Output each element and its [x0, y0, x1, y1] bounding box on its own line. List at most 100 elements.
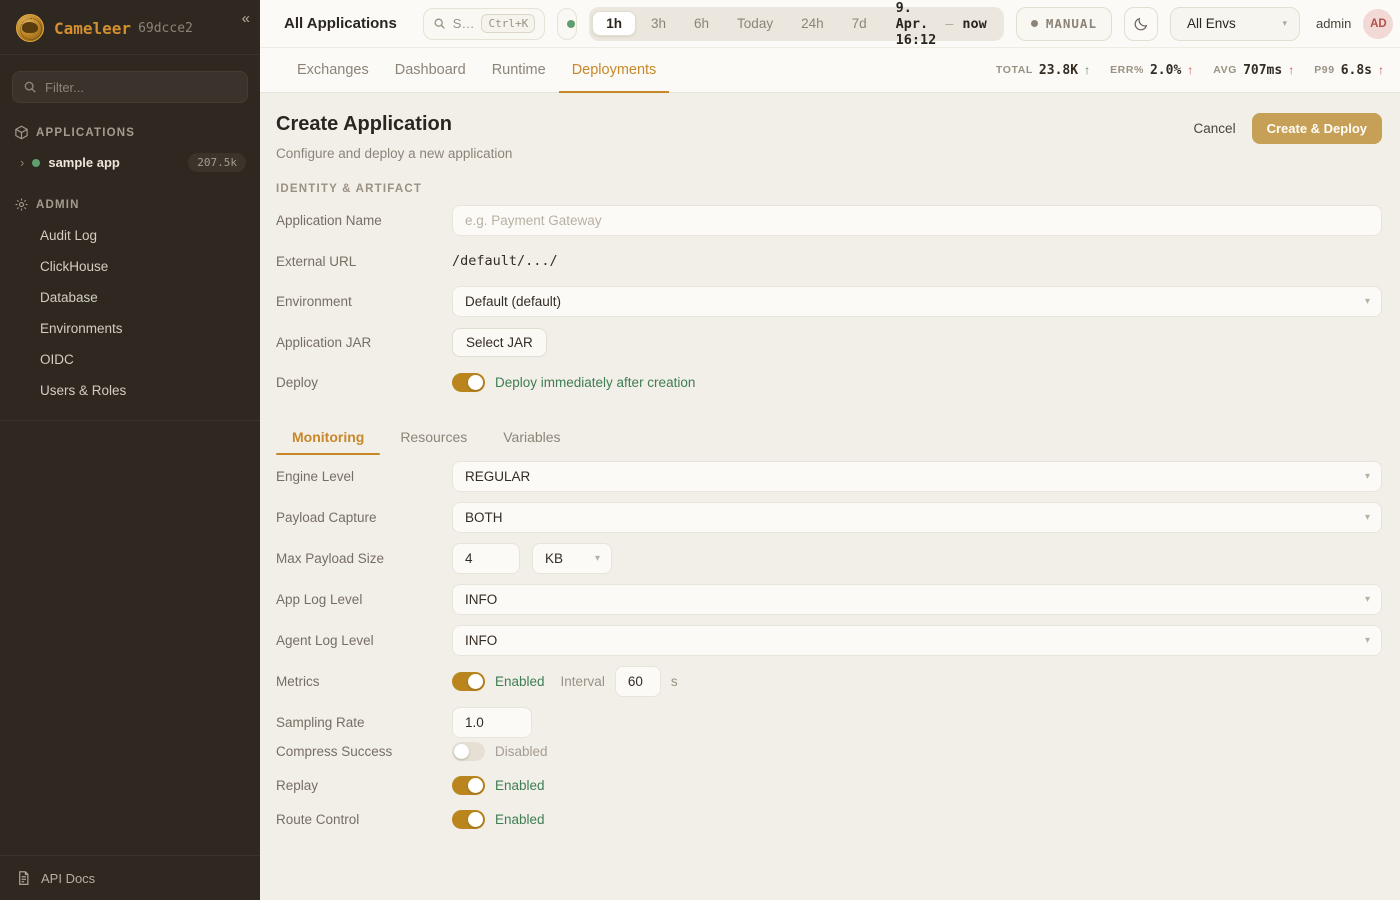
sidebar-item-audit-log[interactable]: Audit Log — [0, 220, 260, 251]
replay-toggle[interactable] — [452, 776, 485, 795]
deploy-toggle[interactable] — [452, 373, 485, 392]
payload-capture-label: Payload Capture — [276, 510, 452, 525]
sidebar-item-oidc[interactable]: OIDC — [0, 344, 260, 375]
custom-time-range[interactable]: 9. Apr. 16:12 – now — [882, 0, 1001, 48]
range-separator: – — [945, 16, 953, 32]
time-range-7d[interactable]: 7d — [839, 12, 880, 35]
user-avatar[interactable]: AD — [1363, 9, 1393, 39]
agent-log-level-row: Agent Log Level INFO — [276, 625, 1382, 656]
app-log-level-select[interactable]: INFO — [452, 584, 1382, 615]
sidebar-item-clickhouse[interactable]: ClickHouse — [0, 251, 260, 282]
admin-section-header: ADMIN — [0, 179, 260, 218]
replay-row: Replay Enabled — [276, 772, 1382, 798]
gear-icon — [14, 197, 29, 212]
topbar: All Applications S… Ctrl+K O 1h 3h 6h To… — [260, 0, 1400, 48]
select-jar-button[interactable]: Select JAR — [452, 328, 547, 357]
time-range-3h[interactable]: 3h — [638, 12, 679, 35]
api-docs-link[interactable]: API Docs — [0, 855, 260, 900]
trend-up-icon: ↑ — [1288, 63, 1294, 77]
status-dot — [567, 20, 575, 28]
max-payload-size-input[interactable] — [452, 543, 520, 574]
stat-err-label: ERR% — [1110, 64, 1144, 76]
app-name-label: sample app — [48, 155, 120, 170]
metrics-interval-input[interactable] — [615, 666, 661, 697]
metrics-interval-unit: s — [671, 674, 678, 689]
agent-log-level-value: INFO — [465, 633, 517, 648]
max-payload-unit-select[interactable]: KB — [532, 543, 612, 574]
stat-avg-value: 707ms — [1243, 63, 1282, 78]
expand-chevron-icon[interactable]: › — [20, 155, 24, 170]
stat-avg: AVG 707ms ↑ — [1213, 63, 1294, 78]
time-range-24h[interactable]: 24h — [788, 12, 837, 35]
compress-success-toggle[interactable] — [452, 742, 485, 761]
sidebar-spacer — [0, 421, 260, 855]
tab-exchanges[interactable]: Exchanges — [284, 48, 382, 92]
subtab-resources[interactable]: Resources — [384, 421, 483, 455]
environment-selected-value: Default (default) — [465, 294, 581, 309]
tab-dashboard[interactable]: Dashboard — [382, 48, 479, 92]
route-control-label: Route Control — [276, 812, 452, 827]
max-payload-size-label: Max Payload Size — [276, 551, 452, 566]
admin-header-label: ADMIN — [36, 199, 80, 211]
applications-header-label: APPLICATIONS — [36, 127, 135, 139]
replay-state-text: Enabled — [495, 778, 545, 793]
sidebar-item-database[interactable]: Database — [0, 282, 260, 313]
page-header: Create Application Configure and deploy … — [276, 113, 1382, 161]
app-count-badge: 207.5k — [188, 153, 246, 172]
subtab-variables[interactable]: Variables — [487, 421, 576, 455]
application-name-input[interactable] — [452, 205, 1382, 236]
refresh-mode-button[interactable]: MANUAL — [1016, 7, 1112, 41]
filter-input[interactable] — [45, 80, 237, 95]
dark-mode-toggle-button[interactable] — [1124, 7, 1158, 41]
search-icon — [23, 80, 37, 94]
filter-box[interactable] — [12, 71, 248, 103]
sidebar-collapse-icon[interactable]: « — [242, 10, 250, 27]
engine-level-select[interactable]: REGULAR — [452, 461, 1382, 492]
route-control-toggle[interactable] — [452, 810, 485, 829]
stat-err: ERR% 2.0% ↑ — [1110, 63, 1193, 78]
stat-total-label: TOTAL — [996, 64, 1033, 76]
external-url-label: External URL — [276, 254, 452, 269]
payload-capture-row: Payload Capture BOTH — [276, 502, 1382, 533]
engine-level-row: Engine Level REGULAR — [276, 461, 1382, 492]
environment-row: Environment Default (default) — [276, 286, 1382, 317]
agent-log-level-select[interactable]: INFO — [452, 625, 1382, 656]
tab-runtime[interactable]: Runtime — [479, 48, 559, 92]
stat-avg-label: AVG — [1213, 64, 1237, 76]
environment-select[interactable]: Default (default) — [452, 286, 1382, 317]
app-log-level-value: INFO — [465, 592, 517, 607]
payload-capture-select[interactable]: BOTH — [452, 502, 1382, 533]
stat-total: TOTAL 23.8K ↑ — [996, 63, 1090, 78]
search-placeholder-text: S… — [453, 16, 475, 31]
applications-section-header: APPLICATIONS — [0, 107, 260, 146]
application-name-row: Application Name — [276, 205, 1382, 236]
stat-p99: P99 6.8s ↑ — [1314, 63, 1384, 78]
sidebar-item-sample-app[interactable]: › sample app 207.5k — [0, 146, 260, 179]
engine-level-value: REGULAR — [465, 469, 550, 484]
environment-filter-select[interactable]: All Envs ▾ — [1170, 7, 1300, 41]
sidebar-item-environments[interactable]: Environments — [0, 313, 260, 344]
tab-deployments[interactable]: Deployments — [559, 48, 670, 92]
moon-icon — [1133, 16, 1149, 32]
sampling-rate-input[interactable] — [452, 707, 532, 738]
time-range-today[interactable]: Today — [724, 12, 786, 35]
connection-status-pill[interactable]: O — [557, 8, 577, 40]
time-range-1h[interactable]: 1h — [592, 11, 636, 36]
agent-log-level-label: Agent Log Level — [276, 633, 452, 648]
deploy-toggle-text: Deploy immediately after creation — [495, 375, 695, 390]
cancel-button[interactable]: Cancel — [1194, 121, 1236, 136]
route-control-row: Route Control Enabled — [276, 806, 1382, 832]
subtab-monitoring[interactable]: Monitoring — [276, 421, 380, 455]
manual-mode-dot-icon — [1031, 20, 1038, 27]
metrics-toggle[interactable] — [452, 672, 485, 691]
create-deploy-button[interactable]: Create & Deploy — [1252, 113, 1382, 144]
header-actions: Cancel Create & Deploy — [1194, 113, 1382, 144]
time-range-6h[interactable]: 6h — [681, 12, 722, 35]
metrics-row: Metrics Enabled Interval s — [276, 666, 1382, 697]
sidebar-item-users-roles[interactable]: Users & Roles — [0, 375, 260, 406]
sampling-rate-row: Sampling Rate — [276, 707, 1382, 738]
main-tabs-row: Exchanges Dashboard Runtime Deployments … — [260, 48, 1400, 93]
range-to: now — [962, 16, 986, 32]
global-search[interactable]: S… Ctrl+K — [423, 8, 545, 40]
page-subtitle: Configure and deploy a new application — [276, 146, 512, 161]
